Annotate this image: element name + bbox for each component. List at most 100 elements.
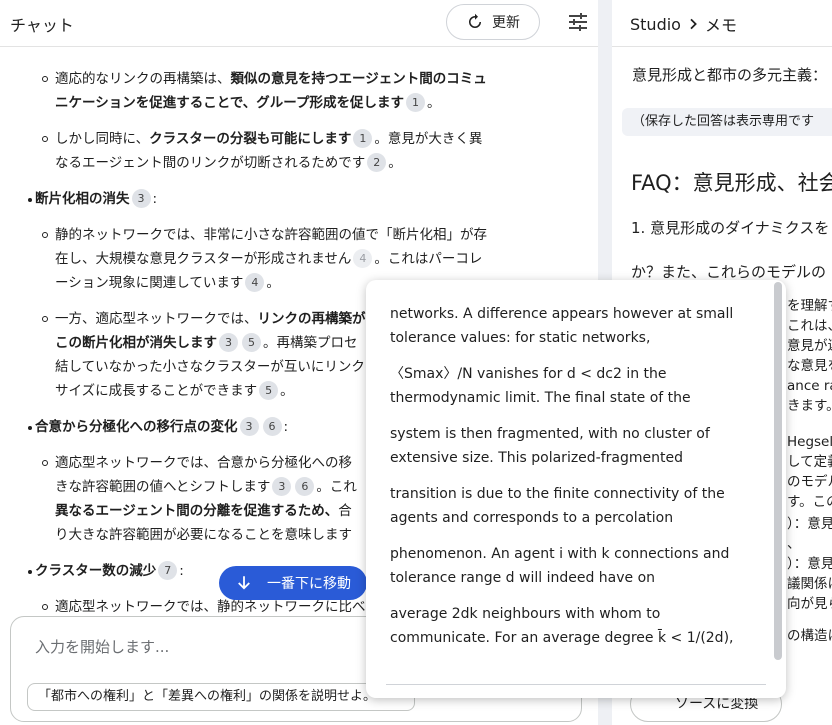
text: 。意見が大きく異 (374, 131, 483, 147)
chat-text-line: 一方、適応型ネットワークでは、リンクの再構築が (55, 308, 366, 330)
text: 適応的なリンクの再構築は、 (55, 71, 231, 87)
text: なるエージェント間のリンクが切断されるためです (55, 155, 366, 171)
bold-text: 異なるエージェント間の分離を促進するため、 (55, 503, 339, 519)
citation-badge[interactable]: 4 (353, 249, 373, 268)
text: 。これはパーコレ (374, 251, 483, 267)
text: 静的ネットワークでは、非常に小さな許容範囲の値で「断片化相」が存 (55, 227, 487, 243)
citation-badge[interactable]: 3 (239, 417, 259, 436)
chat-text-line: クラスター数の減少 7: (35, 560, 184, 582)
note-text-line: して定義 (787, 454, 832, 470)
breadcrumb: Studio メモ (630, 12, 737, 36)
note-text-line: す。この (787, 494, 832, 510)
citation-paragraph: phenomenon. An agent i with k connection… (390, 546, 730, 586)
arrow-down-icon (238, 576, 250, 590)
tune-icon[interactable] (566, 10, 590, 34)
citation-badge[interactable]: 2 (367, 153, 387, 172)
chat-input-placeholder[interactable]: 入力を開始します... (35, 636, 169, 657)
note-text-line: ）：意見 (787, 516, 832, 532)
text: ーション現象に関連しています (55, 275, 244, 291)
note-text-line: の構造に (787, 628, 832, 644)
text: 。 (388, 155, 402, 171)
citation-paragraph: average 2dk neighbours with whom to comm… (390, 606, 734, 646)
bold-text: クラスター数の減少 (35, 563, 157, 579)
sub-bullet (42, 604, 48, 610)
citation-badge[interactable]: 3 (131, 189, 151, 208)
chat-text-line: 静的ネットワークでは、非常に小さな許容範囲の値で「断片化相」が存 (55, 224, 487, 246)
chat-text-line: しかし同時に、クラスターの分裂も可能にします 1 。意見が大きく異 (55, 128, 482, 150)
suggestion-chip[interactable]: 「都市への権利」と「差異への権利」の関係を説明せよ。 (27, 683, 415, 711)
text: 。 (280, 383, 294, 399)
note-text-line: 意見が連 (787, 338, 832, 354)
text: 。 (426, 95, 441, 111)
text: : (152, 191, 158, 207)
popup-divider (386, 684, 766, 685)
bold-text: この断片化相が消失します (55, 335, 217, 351)
note-text-line: 1. 意見形成のダイナミクスを (631, 219, 830, 237)
note-text-line: な意見を (787, 358, 832, 374)
note-text-line: を理解す (787, 298, 832, 314)
citation-paragraph: networks. A difference appears however a… (390, 306, 734, 346)
bold-text: クラスターの分裂も可能にします (149, 131, 352, 147)
citation-badge[interactable]: 4 (245, 273, 265, 292)
note-text-line: のモデル (787, 474, 832, 490)
chat-text-line: 適応的なリンクの再構築は、類似の意見を持つエージェント間のコミュ (55, 68, 487, 90)
chat-text-line: ーション現象に関連しています 4。 (55, 272, 280, 294)
text: 。 (266, 275, 280, 291)
chat-text-line: 適応型ネットワークでは、合意から分極化への移 (55, 452, 352, 474)
bold-text: リンクの再構築が (257, 311, 366, 327)
scroll-to-bottom-button[interactable]: 一番下に移動 (219, 566, 367, 600)
scroll-to-bottom-label: 一番下に移動 (267, 576, 351, 592)
text: : (283, 419, 289, 435)
chat-text-line: 在し、大規模な意見クラスターが形成されません 4 。これはパーコレ (55, 248, 482, 270)
sub-bullet (42, 316, 48, 322)
chat-text-line: ニケーションを促進することで、グループ形成を促します 1。 (55, 92, 440, 114)
text: 一方、適応型ネットワークでは、 (55, 311, 258, 327)
bullet (28, 426, 32, 430)
bullet (28, 570, 32, 574)
text: きな許容範囲の値へとシフトします (55, 479, 271, 495)
citation-badge[interactable]: 6 (262, 417, 282, 436)
breadcrumb-studio[interactable]: Studio (630, 15, 681, 34)
note-text-line: Hegseln (787, 434, 832, 450)
chat-text-line: り大きな許容範囲が必要になることを意味します (55, 524, 352, 546)
refresh-button[interactable]: 更新 (446, 4, 540, 40)
citation-badge[interactable]: 1 (353, 129, 373, 148)
chat-text-line: きな許容範囲の値へとシフトします 3 6 。これ (55, 476, 357, 498)
citation-popup: networks. A difference appears however a… (366, 280, 786, 698)
note-text-line: ）：意見 (787, 556, 832, 572)
sub-bullet (42, 136, 48, 142)
refresh-label: 更新 (492, 15, 520, 31)
note-text-line: これは、 (787, 318, 832, 334)
bold-text: ニケーションを促進することで、グループ形成を促します (55, 95, 404, 111)
text: 合 (338, 503, 352, 519)
citation-badge[interactable]: 3 (272, 477, 292, 496)
citation-badge[interactable]: 3 (219, 333, 238, 352)
popup-scrollbar[interactable] (774, 282, 782, 660)
sub-bullet (42, 460, 48, 466)
refresh-icon (469, 13, 481, 28)
note-text-line: 向が見ら (787, 596, 832, 612)
citation-badge[interactable]: 5 (242, 333, 261, 352)
chat-text-line: サイズに成長することができます 5。 (55, 380, 294, 402)
chat-header: チャット 更新 (0, 0, 598, 47)
text: サイズに成長することができます (55, 383, 258, 399)
text: り大きな許容範囲が必要になることを意味します (55, 527, 352, 543)
citation-paragraph: transition is due to the finite connecti… (390, 486, 725, 526)
bold-text: 類似の意見を持つエージェント間のコミュ (230, 71, 487, 87)
text: 結していなかった小さなクラスターが互いにリンク (55, 359, 365, 375)
sub-bullet (42, 232, 48, 238)
chat-text-line: この断片化相が消失します 3 5 。再構築プロセ (55, 332, 358, 354)
citation-badge[interactable]: 5 (259, 381, 279, 400)
sub-bullet (42, 76, 48, 82)
text: : (179, 563, 184, 579)
citation-badge[interactable]: 6 (295, 477, 315, 496)
breadcrumb-memo: メモ (704, 16, 737, 35)
citation-paragraph: 〈Smax〉/N vanishes for d < dc2 in the the… (390, 366, 691, 406)
chat-text-line: 結していなかった小さなクラスターが互いにリンク (55, 356, 365, 378)
citation-badge[interactable]: 1 (405, 93, 425, 112)
chat-text-line: なるエージェント間のリンクが切断されるためです 2。 (55, 152, 402, 174)
citation-badge[interactable]: 7 (158, 561, 178, 580)
studio-header: Studio メモ (612, 0, 832, 47)
text: 。これ (316, 479, 357, 495)
note-title: 意見形成と都市の多元主義： (632, 66, 828, 84)
